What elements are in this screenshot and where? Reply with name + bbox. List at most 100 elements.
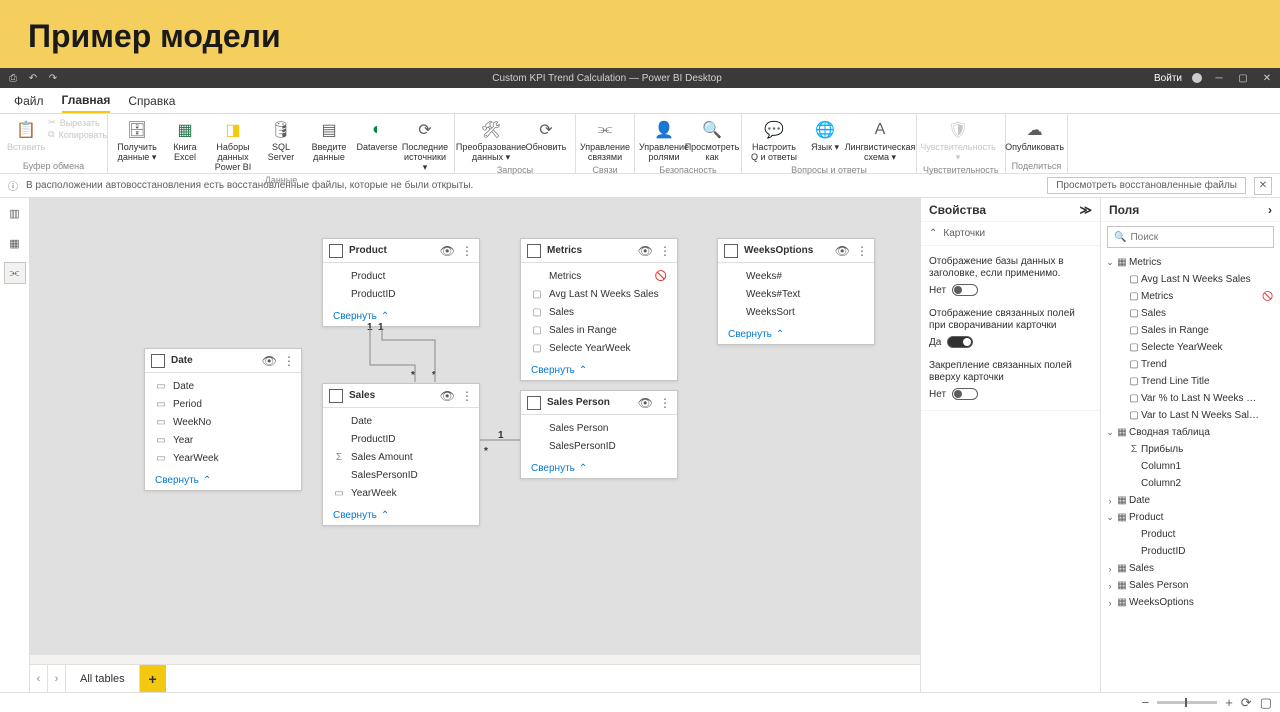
tree-row[interactable]: ⌄▦Product [1105,509,1276,526]
tree-row[interactable]: ›▦Date [1105,492,1276,509]
menu-home[interactable]: Главная [62,88,111,113]
add-tab-button[interactable]: + [140,665,166,692]
expand-icon[interactable]: › [1268,203,1272,217]
cards-section[interactable]: ⌃Карточки [929,226,1092,241]
measure-icon: ▢ [531,289,543,300]
tree-row[interactable]: ▢Trend Line Title [1105,373,1276,390]
excel-button[interactable]: ▦Книга Excel [162,117,208,165]
model-view-button[interactable]: ⫘ [4,262,26,284]
dataverse-button[interactable]: ◐Dataverse [354,117,400,155]
manage-relations-button[interactable]: ⫘Управление связями [582,117,628,165]
dismiss-infobar-button[interactable]: ✕ [1254,177,1272,195]
tree-row[interactable]: ›▦WeeksOptions [1105,594,1276,611]
tree-row[interactable]: ▢Sales in Range [1105,322,1276,339]
close-icon[interactable]: ✕ [1260,71,1274,85]
eye-icon[interactable]: 👁 [440,389,455,403]
fit-width-button[interactable]: ▢ [1260,695,1272,711]
tree-row[interactable]: Product [1105,526,1276,543]
menu-help[interactable]: Справка [128,88,175,113]
toggle-related-collapse[interactable]: Да [929,334,1092,354]
undo-icon[interactable]: ↶ [26,71,40,85]
table-product[interactable]: Product👁⋮ Product ProductID Свернуть⌃ [322,238,480,327]
collapse-link[interactable]: Свернуть⌃ [145,471,301,490]
collapse-link[interactable]: Свернуть⌃ [718,325,874,344]
qa-setup-button[interactable]: 💬Настроить Q и ответы [748,117,800,165]
qa-ling-button[interactable]: AЛингвистическая схема ▾ [850,117,910,165]
zoom-slider[interactable] [1157,701,1217,704]
table-date[interactable]: Date👁⋮ ▭Date ▭Period ▭WeekNo ▭Year ▭Year… [144,348,302,491]
table-sales[interactable]: Sales👁⋮ Date ProductID ΣSales Amount Sal… [322,383,480,526]
sensitivity-button[interactable]: 🛡Чувствительность ▾ [923,117,993,165]
more-icon[interactable]: ⋮ [283,354,295,368]
collapse-link[interactable]: Свернуть⌃ [521,361,677,380]
tree-row[interactable]: ▢Selecte YearWeek [1105,339,1276,356]
tree-row[interactable]: Column2 [1105,475,1276,492]
horizontal-scrollbar[interactable] [30,654,920,664]
viewas-button[interactable]: 🔍Просмотреть как [689,117,735,165]
qa-lang-button[interactable]: 🌐Язык ▾ [802,117,848,155]
enter-data-button[interactable]: ▤Введите данные [306,117,352,165]
cut-button[interactable]: ✂Вырезать [48,117,107,128]
copy-button[interactable]: ⧉Копировать [48,129,107,140]
tree-row[interactable]: ProductID [1105,543,1276,560]
eye-icon[interactable]: 👁 [638,396,653,410]
tree-row[interactable]: ⌄▦Сводная таблица [1105,424,1276,441]
eye-icon[interactable]: 👁 [440,244,455,258]
more-icon[interactable]: ⋮ [461,244,473,258]
tree-row[interactable]: ›▦Sales Person [1105,577,1276,594]
table-metrics[interactable]: Metrics👁⋮ Metrics🚫 ▢Avg Last N Weeks Sal… [520,238,678,381]
toggle-pin-related[interactable]: Нет [929,386,1092,406]
signin-label[interactable]: Войти [1154,73,1182,84]
report-view-button[interactable]: ▥ [4,202,26,224]
menu-file[interactable]: Файл [14,88,44,113]
tree-row[interactable]: ▢Sales [1105,305,1276,322]
tab-next-button[interactable]: › [48,665,66,692]
tree-row[interactable]: Column1 [1105,458,1276,475]
refresh-button[interactable]: ⟳Обновить [523,117,569,155]
collapse-link[interactable]: Свернуть⌃ [323,506,479,525]
tree-row[interactable]: ›▦Sales [1105,560,1276,577]
tree-row[interactable]: ⌄▦Metrics [1105,254,1276,271]
table-pen-icon: ▤ [318,119,340,141]
paste-button[interactable]: 📋 Вставить [6,117,46,155]
data-view-button[interactable]: ▦ [4,232,26,254]
tab-all-tables[interactable]: All tables [66,665,140,692]
model-canvas[interactable]: Date👁⋮ ▭Date ▭Period ▭WeekNo ▭Year ▭Year… [30,198,920,654]
tree-row[interactable]: ▢Trend [1105,356,1276,373]
fit-page-button[interactable]: ⟳ [1241,695,1252,711]
tree-row[interactable]: ▢Var % to Last N Weeks Sales Avg [1105,390,1276,407]
view-recovered-button[interactable]: Просмотреть восстановленные файлы [1047,177,1246,194]
more-icon[interactable]: ⋮ [856,244,868,258]
toggle-db-header[interactable]: Нет [929,282,1092,302]
pbi-datasets-button[interactable]: ◨Наборы данных Power BI [210,117,256,175]
expand-icon[interactable]: ≫ [1079,203,1092,217]
maximize-icon[interactable]: ▢ [1236,71,1250,85]
recent-sources-button[interactable]: ⟳Последние источники ▾ [402,117,448,175]
eye-icon[interactable]: 👁 [262,354,277,368]
table-salesperson[interactable]: Sales Person👁⋮ Sales Person SalesPersonI… [520,390,678,479]
eye-icon[interactable]: 👁 [638,244,653,258]
table-weeksoptions[interactable]: WeeksOptions👁⋮ Weeks# Weeks#Text WeeksSo… [717,238,875,345]
tree-row[interactable]: ▢Avg Last N Weeks Sales [1105,271,1276,288]
more-icon[interactable]: ⋮ [461,389,473,403]
redo-icon[interactable]: ↷ [46,71,60,85]
tab-prev-button[interactable]: ‹ [30,665,48,692]
avatar-icon[interactable] [1192,73,1202,83]
minimize-icon[interactable]: ─ [1212,71,1226,85]
tree-row[interactable]: ΣПрибыль [1105,441,1276,458]
more-icon[interactable]: ⋮ [659,244,671,258]
more-icon[interactable]: ⋮ [659,396,671,410]
publish-button[interactable]: ☁Опубликовать [1012,117,1058,155]
transform-button[interactable]: 🛠Преобразование данных ▾ [461,117,521,165]
zoom-out-button[interactable]: − [1142,695,1150,710]
roles-button[interactable]: 👤Управление ролями [641,117,687,165]
search-input[interactable]: 🔍 [1107,226,1274,248]
get-data-button[interactable]: 🗄Получить данные ▾ [114,117,160,165]
zoom-in-button[interactable]: + [1225,695,1233,710]
sql-button[interactable]: 🛢SQL Server [258,117,304,165]
tree-row[interactable]: ▢Metrics🚫 [1105,288,1276,305]
tree-row[interactable]: ▢Var to Last N Weeks Sales Avg [1105,407,1276,424]
eye-icon[interactable]: 👁 [835,244,850,258]
save-icon[interactable]: ⎙ [6,71,20,85]
collapse-link[interactable]: Свернуть⌃ [521,459,677,478]
